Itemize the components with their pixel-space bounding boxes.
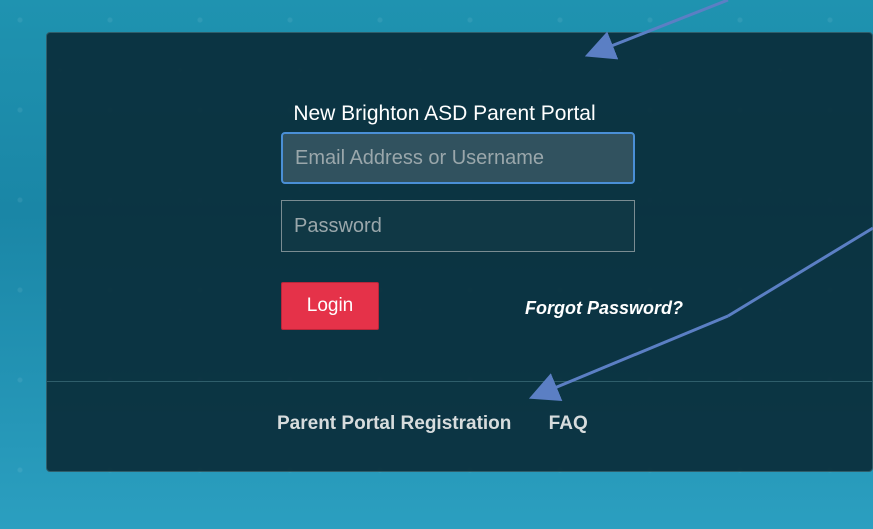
portal-title: New Brighton ASD Parent Portal xyxy=(293,102,596,125)
footer-links: Parent Portal Registration FAQ xyxy=(277,413,620,435)
email-username-input[interactable] xyxy=(281,132,635,184)
footer-divider xyxy=(47,381,872,382)
login-button[interactable]: Login xyxy=(281,282,379,330)
password-input[interactable] xyxy=(281,200,635,252)
faq-link[interactable]: FAQ xyxy=(549,413,588,434)
forgot-password-link[interactable]: Forgot Password? xyxy=(525,298,683,319)
login-panel: New Brighton ASD Parent Portal Login For… xyxy=(46,32,873,472)
registration-link[interactable]: Parent Portal Registration xyxy=(277,413,511,434)
